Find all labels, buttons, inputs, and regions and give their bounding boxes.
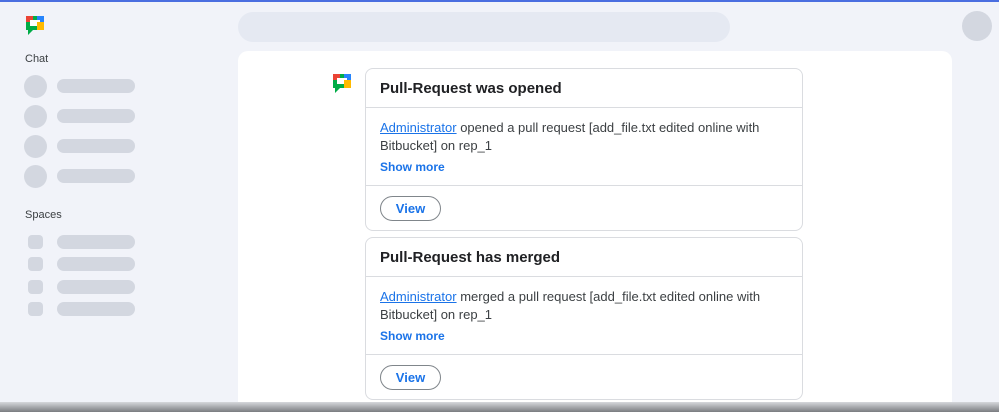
- window-bottom-edge: [0, 402, 999, 412]
- space-name-placeholder[interactable]: [57, 235, 135, 249]
- chat-name-placeholder[interactable]: [57, 169, 135, 183]
- space-name-placeholder[interactable]: [57, 257, 135, 271]
- message-card: Pull-Request has merged Administrator me…: [365, 237, 803, 400]
- google-chat-logo-icon[interactable]: [24, 14, 48, 38]
- message-card: Pull-Request was opened Administrator op…: [365, 68, 803, 231]
- chat-section-label: Chat: [25, 53, 49, 65]
- author-link[interactable]: Administrator: [380, 289, 457, 304]
- card-title: Pull-Request was opened: [366, 69, 802, 108]
- chat-avatar-placeholder[interactable]: [24, 165, 47, 188]
- card-footer: View: [366, 186, 802, 230]
- space-name-placeholder[interactable]: [57, 280, 135, 294]
- card-title: Pull-Request has merged: [366, 238, 802, 277]
- author-link[interactable]: Administrator: [380, 120, 457, 135]
- spaces-section-label: Spaces: [25, 209, 62, 221]
- bot-avatar-icon: [331, 72, 355, 96]
- space-icon-placeholder[interactable]: [28, 302, 43, 316]
- view-button[interactable]: View: [380, 196, 441, 221]
- card-body: Administrator merged a pull request [add…: [366, 277, 802, 355]
- chat-avatar-placeholder[interactable]: [24, 135, 47, 158]
- view-button[interactable]: View: [380, 365, 441, 390]
- space-name-placeholder[interactable]: [57, 302, 135, 316]
- space-icon-placeholder[interactable]: [28, 280, 43, 294]
- space-icon-placeholder[interactable]: [28, 235, 43, 249]
- search-bar-placeholder[interactable]: [238, 12, 730, 42]
- card-body: Administrator opened a pull request [add…: [366, 108, 802, 186]
- account-avatar[interactable]: [962, 11, 992, 41]
- card-footer: View: [366, 355, 802, 399]
- chat-name-placeholder[interactable]: [57, 109, 135, 123]
- chat-name-placeholder[interactable]: [57, 79, 135, 93]
- space-icon-placeholder[interactable]: [28, 257, 43, 271]
- window-top-border: [0, 0, 999, 2]
- chat-avatar-placeholder[interactable]: [24, 75, 47, 98]
- chat-name-placeholder[interactable]: [57, 139, 135, 153]
- chat-avatar-placeholder[interactable]: [24, 105, 47, 128]
- show-more-link[interactable]: Show more: [380, 158, 788, 176]
- show-more-link[interactable]: Show more: [380, 327, 788, 345]
